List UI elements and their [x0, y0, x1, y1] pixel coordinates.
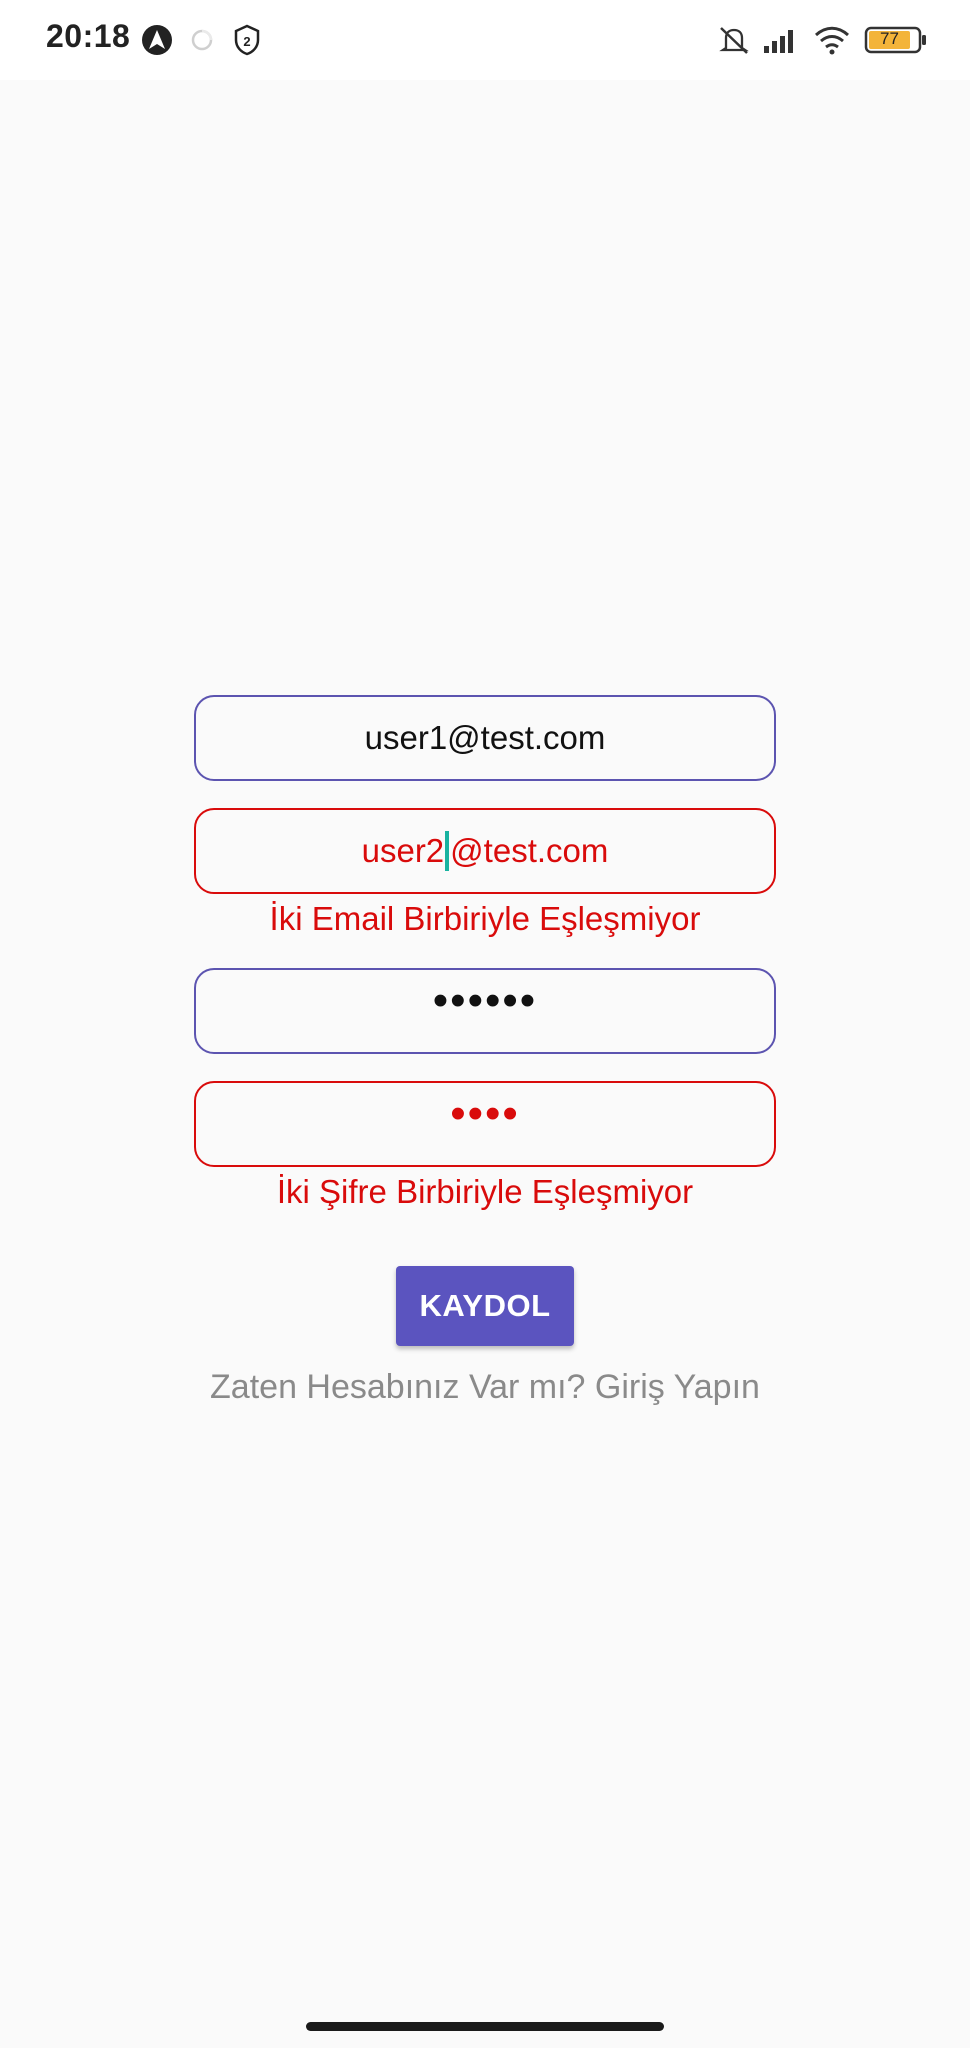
- password-mismatch-error: İki Şifre Birbiriyle Eşleşmiyor: [276, 1173, 694, 1210]
- email-confirm-value-end: @test.com: [450, 832, 609, 869]
- email-confirm-field[interactable]: user2 @test.com: [194, 808, 776, 894]
- password-confirm-field[interactable]: ••••: [194, 1081, 776, 1167]
- email-value: user1@test.com: [364, 719, 606, 756]
- loading-icon: [191, 29, 213, 51]
- password-confirm-mask: ••••: [450, 1089, 520, 1138]
- wifi-icon: [814, 26, 850, 55]
- status-time: 20:18: [46, 18, 131, 54]
- email-field[interactable]: user1@test.com: [194, 695, 776, 781]
- battery-level: 77: [880, 29, 899, 48]
- email-mismatch-error: İki Email Birbiriyle Eşleşmiyor: [269, 900, 701, 937]
- email-confirm-value-start: user2: [361, 832, 445, 869]
- svg-text:2: 2: [243, 34, 250, 49]
- login-link[interactable]: Zaten Hesabınız Var mı? Giriş Yapın: [150, 1368, 820, 1407]
- silent-mode-icon: [719, 27, 749, 54]
- status-bar: 20:18 2 77: [0, 0, 970, 80]
- signup-screen: 20:18 2 77 user1@test.com user2 @test.co…: [0, 0, 970, 2048]
- home-indicator[interactable]: [306, 2022, 664, 2031]
- password-field[interactable]: ••••••: [194, 968, 776, 1054]
- register-button[interactable]: KAYDOL: [396, 1266, 574, 1346]
- navigation-app-icon: [142, 25, 172, 55]
- text-cursor: [445, 831, 450, 871]
- password-mask: ••••••: [432, 976, 538, 1025]
- signal-strength-icon: [764, 30, 793, 53]
- shield-notification-icon: 2: [234, 24, 260, 56]
